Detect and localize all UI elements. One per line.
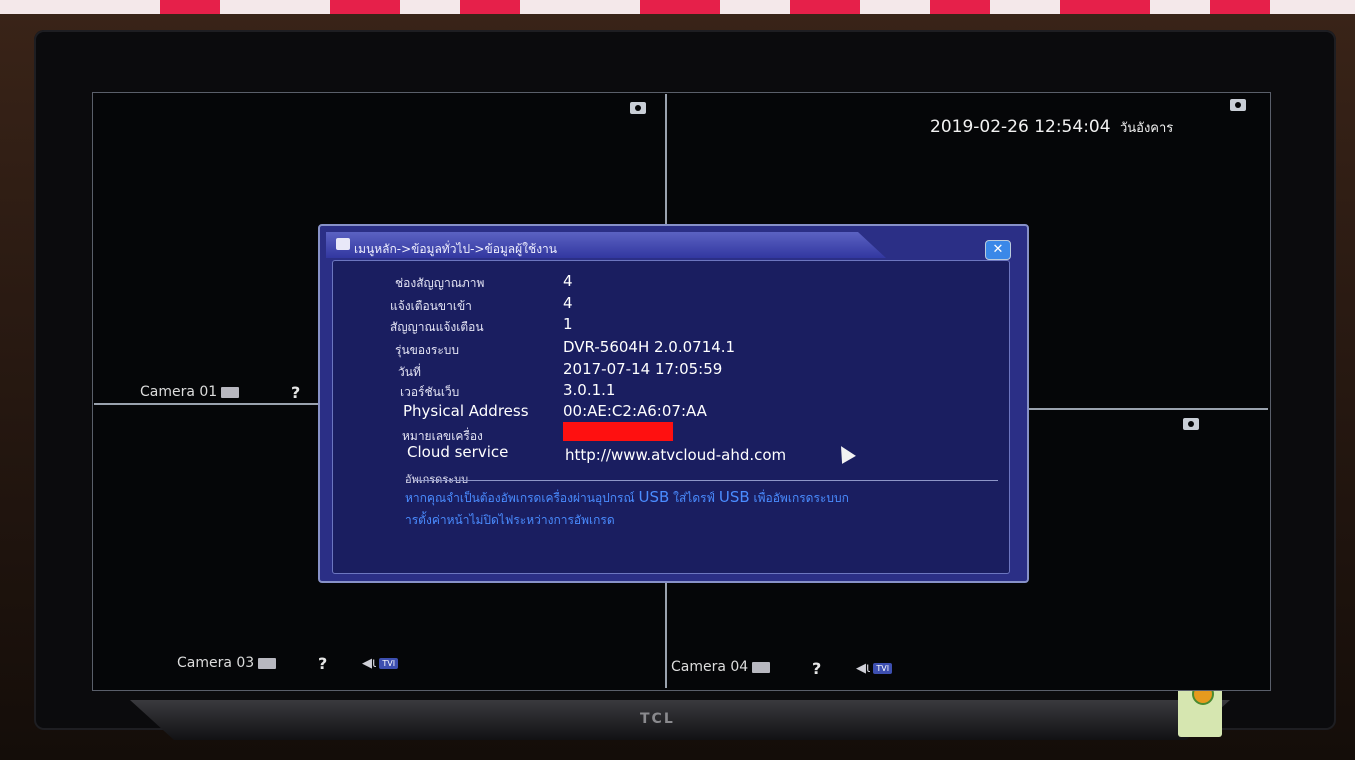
help-icon[interactable]: ? (291, 383, 300, 402)
upgrade-text-part: ใส่ไดรฟ์ (673, 491, 716, 505)
info-value-alarm-in: 4 (563, 294, 573, 312)
top-banner-strip (0, 0, 1355, 14)
upgrade-instruction-line-1: หากคุณจำเป็นต้องอัพเกรดเครื่องผ่านอุปกรณ… (405, 486, 849, 510)
help-icon[interactable]: ? (318, 654, 327, 673)
record-icon (221, 386, 240, 398)
speaker-icon: ◀ɩ (362, 656, 377, 671)
camera-label-03[interactable]: Camera 03 (177, 655, 277, 671)
info-label-video-channels: ช่องสัญญาณภาพ (395, 276, 485, 290)
info-label-date: วันที่ (398, 365, 421, 379)
info-label-web-version: เวอร์ชันเว็บ (400, 385, 460, 399)
info-value-date: 2017-07-14 17:05:59 (563, 360, 723, 378)
tvi-tag: TVI (873, 663, 893, 674)
camera-name: Camera 01 (140, 384, 218, 400)
osd-date-time-value: 2019-02-26 12:54:04 (930, 117, 1111, 137)
menu-icon (336, 238, 350, 250)
osd-weekday: วันอังคาร (1119, 121, 1174, 136)
info-value-cloud-service: http://www.atvcloud-ahd.com (565, 446, 787, 464)
camera-name: Camera 03 (177, 655, 255, 671)
upgrade-text-part: เพื่ออัพเกรดระบบก (753, 491, 849, 505)
camera-label-04[interactable]: Camera 04 (671, 659, 771, 675)
info-value-physical-address: 00:AE:C2:A6:07:AA (563, 402, 707, 420)
info-label-system-model: รุ่นของระบบ (395, 343, 460, 357)
record-icon (258, 657, 277, 669)
osd-datetime: 2019-02-26 12:54:04 วันอังคาร (930, 117, 1173, 138)
upgrade-instruction-line-2: ารตั้งค่าหน้าไม่ปิดไฟระหว่างการอัพเกรด (405, 513, 615, 527)
serial-number-redaction (563, 422, 673, 441)
dialog-breadcrumb: เมนูหลัก->ข้อมูลทั่วไป->ข้อมูลผู้ใช้งาน (354, 242, 557, 256)
tvi-indicator: ◀ɩ TVI (362, 656, 399, 671)
usb-keyword: USB (638, 488, 670, 506)
grid-divider-horizontal-right (1022, 408, 1268, 410)
camera-label-01[interactable]: Camera 01 (140, 384, 240, 400)
info-label-alarm-out: สัญญาณแจ้งเตือน (390, 320, 484, 334)
info-value-system-model: DVR-5604H 2.0.0714.1 (563, 338, 736, 356)
tv-stand-bar (130, 700, 1230, 740)
record-icon (752, 661, 771, 673)
info-label-cloud-service: Cloud service (407, 443, 509, 461)
upgrade-text-part: หากคุณจำเป็นต้องอัพเกรดเครื่องผ่านอุปกรณ… (405, 491, 635, 505)
grid-divider-horizontal-left (94, 403, 321, 405)
usb-keyword: USB (718, 488, 750, 506)
info-label-physical-address: Physical Address (403, 402, 529, 420)
info-label-alarm-in: แจ้งเตือนขาเข้า (390, 299, 472, 313)
snapshot-icon[interactable] (1183, 418, 1199, 430)
tv-brand-logo: TCL (640, 711, 675, 727)
tvi-indicator: ◀ɩ TVI (856, 661, 893, 676)
close-button[interactable]: ✕ (985, 240, 1011, 260)
snapshot-icon[interactable] (630, 102, 646, 114)
speaker-icon: ◀ɩ (856, 661, 871, 676)
tvi-tag: TVI (379, 658, 399, 669)
info-value-alarm-out: 1 (563, 315, 573, 333)
upgrade-section-divider (415, 480, 998, 481)
info-value-video-channels: 4 (563, 272, 573, 290)
snapshot-icon[interactable] (1230, 99, 1246, 111)
info-value-web-version: 3.0.1.1 (563, 381, 616, 399)
camera-name: Camera 04 (671, 659, 749, 675)
help-icon[interactable]: ? (812, 659, 821, 678)
